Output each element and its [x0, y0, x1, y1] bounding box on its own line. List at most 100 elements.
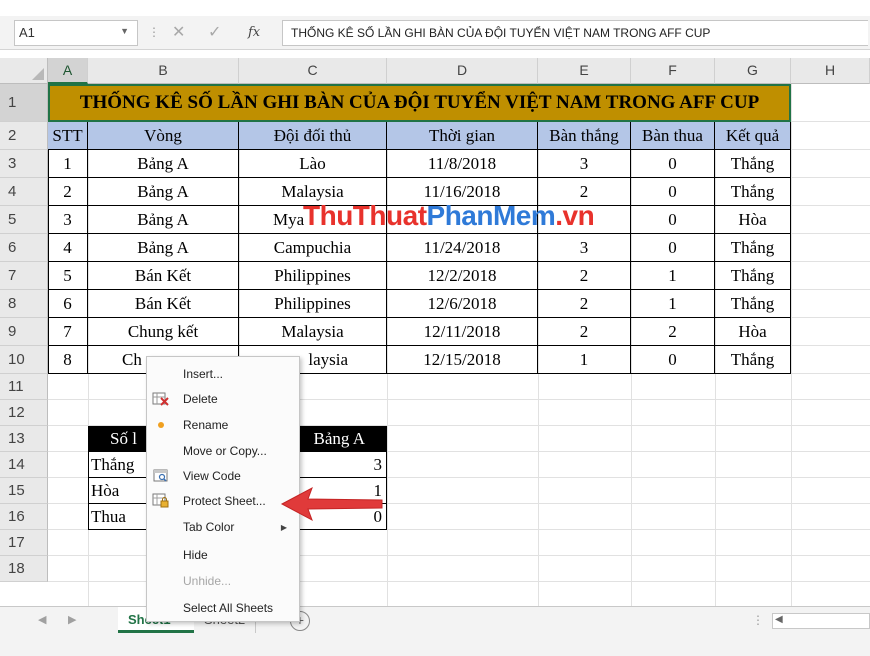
table-cell[interactable]: 0: [631, 206, 715, 234]
table-cell[interactable]: Bảng A: [88, 206, 239, 234]
table-cell[interactable]: Bán Kết: [88, 290, 239, 318]
table-cell[interactable]: 11/24/2018: [387, 234, 538, 262]
row-header-5[interactable]: 5: [0, 206, 48, 234]
name-box-dropdown-icon[interactable]: ▼: [120, 26, 129, 36]
table-cell[interactable]: Hòa: [715, 318, 791, 346]
table-cell[interactable]: 4: [48, 234, 88, 262]
scroll-left-arrow-icon[interactable]: ◀: [775, 614, 783, 625]
table-cell[interactable]: 1: [48, 150, 88, 178]
row-header-17[interactable]: 17: [0, 530, 48, 556]
table-cell[interactable]: 1: [631, 290, 715, 318]
formula-input[interactable]: THỐNG KÊ SỐ LẦN GHI BÀN CỦA ĐỘI TUYỂN VI…: [282, 20, 868, 46]
row-header-18[interactable]: 18: [0, 556, 48, 582]
menu-item-protect-sheet[interactable]: Protect Sheet...: [147, 488, 299, 514]
row-header-15[interactable]: 15: [0, 478, 48, 504]
column-header-f[interactable]: F: [631, 58, 715, 84]
table-cell[interactable]: 1: [631, 262, 715, 290]
table-title[interactable]: THỐNG KÊ SỐ LẦN GHI BÀN CỦA ĐỘI TUYỂN VI…: [48, 84, 791, 122]
menu-item-delete[interactable]: Delete: [147, 386, 299, 412]
menu-item-rename[interactable]: Rename: [147, 412, 299, 438]
table-cell[interactable]: 2: [538, 262, 631, 290]
tab-scroll-right-icon[interactable]: ▶: [68, 613, 76, 626]
table-cell[interactable]: Hòa: [715, 206, 791, 234]
table-cell[interactable]: Thắng: [715, 346, 791, 374]
table-cell[interactable]: Bảng A: [88, 234, 239, 262]
table-cell[interactable]: 2: [538, 290, 631, 318]
menu-item-select-all-sheets[interactable]: Select All Sheets: [147, 595, 299, 621]
row-header-14[interactable]: 14: [0, 452, 48, 478]
table-cell[interactable]: 2: [631, 318, 715, 346]
table-cell[interactable]: 0: [631, 346, 715, 374]
table-cell[interactable]: Campuchia: [239, 234, 387, 262]
table-cell[interactable]: 8: [48, 346, 88, 374]
name-box[interactable]: A1 ▼: [14, 20, 138, 46]
row-header-11[interactable]: 11: [0, 374, 48, 400]
row-header-3[interactable]: 3: [0, 150, 48, 178]
table-cell[interactable]: Bảng A: [88, 150, 239, 178]
row-header-16[interactable]: 16: [0, 504, 48, 530]
table-cell[interactable]: 12/2/2018: [387, 262, 538, 290]
table-cell[interactable]: Lào: [239, 150, 387, 178]
row-header-6[interactable]: 6: [0, 234, 48, 262]
table-cell[interactable]: 12/11/2018: [387, 318, 538, 346]
table-cell[interactable]: 3: [538, 150, 631, 178]
row-header-4[interactable]: 4: [0, 178, 48, 206]
row-header-1[interactable]: 1: [0, 84, 48, 122]
table-cell[interactable]: Thắng: [715, 150, 791, 178]
tab-scroll-left-icon[interactable]: ◀: [38, 613, 46, 626]
column-header-g[interactable]: G: [715, 58, 791, 84]
table-cell[interactable]: 2: [48, 178, 88, 206]
select-all-corner[interactable]: [0, 58, 48, 84]
table-cell[interactable]: 11/8/2018: [387, 150, 538, 178]
column-header-c[interactable]: C: [239, 58, 387, 84]
table-cell[interactable]: Philippines: [239, 290, 387, 318]
enter-check-icon[interactable]: ✓: [208, 22, 221, 42]
table-cell[interactable]: 12/6/2018: [387, 290, 538, 318]
table-cell[interactable]: Bảng A: [88, 178, 239, 206]
header-round[interactable]: Vòng: [88, 122, 239, 150]
table-cell[interactable]: 12/15/2018: [387, 346, 538, 374]
row-header-10[interactable]: 10: [0, 346, 48, 374]
column-header-h[interactable]: H: [791, 58, 870, 84]
row-header-2[interactable]: 2: [0, 122, 48, 150]
table-cell[interactable]: 0: [631, 178, 715, 206]
header-goals-for[interactable]: Bàn thắng: [538, 122, 631, 150]
table-cell[interactable]: 2: [538, 318, 631, 346]
column-header-d[interactable]: D: [387, 58, 538, 84]
column-header-e[interactable]: E: [538, 58, 631, 84]
header-opponent[interactable]: Đội đối thủ: [239, 122, 387, 150]
table-cell[interactable]: 0: [631, 150, 715, 178]
formula-bar-splitter-icon[interactable]: ⋮: [148, 25, 160, 39]
table-cell[interactable]: Malaysia: [239, 318, 387, 346]
table-cell[interactable]: Philippines: [239, 262, 387, 290]
row-header-7[interactable]: 7: [0, 262, 48, 290]
tab-splitter-icon[interactable]: ⋮: [752, 613, 764, 627]
insert-function-icon[interactable]: fx: [248, 25, 260, 40]
header-date[interactable]: Thời gian: [387, 122, 538, 150]
header-result[interactable]: Kết quả: [715, 122, 791, 150]
table-cell[interactable]: Chung kết: [88, 318, 239, 346]
row-header-13[interactable]: 13: [0, 426, 48, 452]
menu-item-move-or-copy[interactable]: Move or Copy...: [147, 438, 299, 464]
table-cell[interactable]: 7: [48, 318, 88, 346]
table-cell[interactable]: Thắng: [715, 178, 791, 206]
table-cell[interactable]: 0: [631, 234, 715, 262]
header-stt[interactable]: STT: [48, 122, 88, 150]
row-header-8[interactable]: 8: [0, 290, 48, 318]
table-cell[interactable]: 5: [48, 262, 88, 290]
table-cell[interactable]: Bán Kết: [88, 262, 239, 290]
table-cell[interactable]: Thắng: [715, 234, 791, 262]
column-header-b[interactable]: B: [88, 58, 239, 84]
menu-item-tab-color[interactable]: Tab Color ▶: [147, 514, 299, 540]
column-header-a[interactable]: A: [48, 58, 88, 84]
table-cell[interactable]: 3: [538, 234, 631, 262]
horizontal-scrollbar[interactable]: ◀: [772, 613, 870, 629]
menu-item-insert[interactable]: Insert...: [147, 361, 299, 387]
table-cell[interactable]: 3: [48, 206, 88, 234]
table-cell[interactable]: Thắng: [715, 290, 791, 318]
table-cell[interactable]: 1: [538, 346, 631, 374]
menu-item-hide[interactable]: Hide: [147, 542, 299, 568]
menu-item-view-code[interactable]: View Code: [147, 463, 299, 489]
table-cell[interactable]: 6: [48, 290, 88, 318]
header-goals-against[interactable]: Bàn thua: [631, 122, 715, 150]
